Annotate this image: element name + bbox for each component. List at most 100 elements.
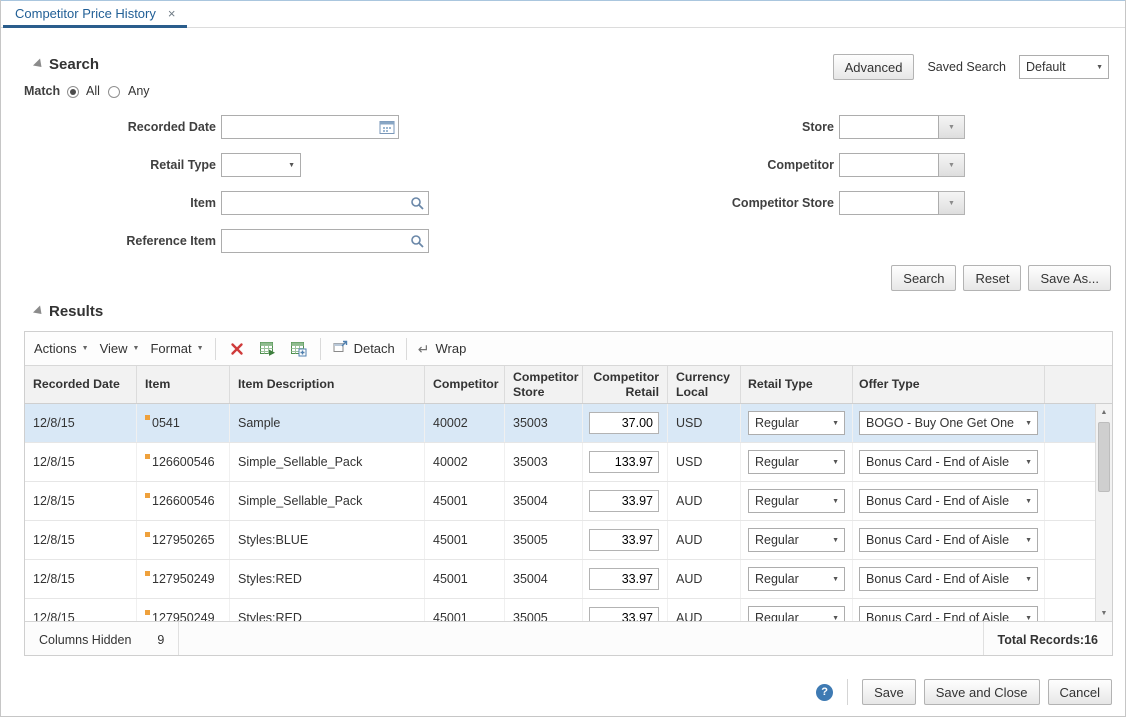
column-header-filler — [1045, 366, 1112, 403]
reference-item-field — [221, 229, 429, 253]
table-row[interactable]: 12/8/15 127950249 Styles:RED 45001 35004… — [25, 560, 1112, 599]
tab-close-icon[interactable]: × — [168, 6, 176, 21]
column-header-competitor-store[interactable]: Competitor Store — [505, 366, 583, 403]
offer-type-select[interactable]: Bonus Card - End of Aisle▼ — [859, 528, 1038, 552]
save-as-button[interactable]: Save As... — [1028, 265, 1111, 291]
chevron-down-icon: ▼ — [832, 459, 839, 466]
table-row[interactable]: 12/8/15 126600546 Simple_Sellable_Pack 4… — [25, 443, 1112, 482]
competitor-retail-input[interactable] — [589, 451, 659, 473]
save-button[interactable]: Save — [862, 679, 916, 705]
competitor-retail-input[interactable] — [589, 568, 659, 590]
retail-type-select[interactable]: Regular▼ — [748, 411, 845, 435]
column-header-offer-type[interactable]: Offer Type — [853, 366, 1045, 403]
search-section-title: Search — [49, 56, 99, 73]
match-label: Match — [24, 84, 60, 98]
actions-menu[interactable]: Actions ▼ — [34, 341, 89, 356]
table-row[interactable]: 12/8/15 126600546 Simple_Sellable_Pack 4… — [25, 482, 1112, 521]
toolbar-separator — [320, 338, 321, 360]
cell-currency-local: AUD — [668, 482, 741, 520]
table-row[interactable]: 12/8/15 127950265 Styles:BLUE 45001 3500… — [25, 521, 1112, 560]
retail-type-select[interactable]: Regular▼ — [748, 450, 845, 474]
column-header-item-description[interactable]: Item Description — [230, 366, 425, 403]
store-dropdown-button[interactable]: ▼ — [939, 115, 965, 139]
chevron-down-icon: ▼ — [832, 615, 839, 622]
retail-type-select[interactable]: Regular▼ — [748, 567, 845, 591]
reference-item-label: Reference Item — [16, 234, 216, 248]
store-input[interactable] — [839, 115, 939, 139]
chevron-down-icon: ▼ — [1025, 576, 1032, 583]
offer-type-select[interactable]: BOGO - Buy One Get One▼ — [859, 411, 1038, 435]
edited-marker-icon — [145, 610, 150, 615]
column-header-competitor[interactable]: Competitor — [425, 366, 505, 403]
offer-type-select[interactable]: Bonus Card - End of Aisle▼ — [859, 606, 1038, 621]
retail-type-select[interactable]: ▼ — [221, 153, 301, 177]
cell-currency-local: USD — [668, 404, 741, 442]
column-header-recorded-date[interactable]: Recorded Date — [25, 366, 137, 403]
competitor-retail-input[interactable] — [589, 607, 659, 621]
search-disclosure-icon[interactable] — [34, 61, 44, 68]
scroll-down-icon[interactable]: ▼ — [1096, 605, 1112, 621]
competitor-store-input[interactable] — [839, 191, 939, 215]
offer-type-select[interactable]: Bonus Card - End of Aisle▼ — [859, 567, 1038, 591]
competitor-retail-input[interactable] — [589, 412, 659, 434]
competitor-store-dropdown-button[interactable]: ▼ — [939, 191, 965, 215]
saved-search-select[interactable]: Default ▼ — [1019, 55, 1109, 79]
column-header-item[interactable]: Item — [137, 366, 230, 403]
competitor-dropdown-button[interactable]: ▼ — [939, 153, 965, 177]
search-button[interactable]: Search — [891, 265, 956, 291]
column-header-competitor-retail[interactable]: Competitor Retail — [583, 366, 668, 403]
store-label: Store — [634, 120, 834, 134]
table-row[interactable]: 12/8/15 0541 Sample 40002 35003 USD Regu… — [25, 404, 1112, 443]
item-label: Item — [16, 196, 216, 210]
vertical-scrollbar[interactable]: ▲ ▼ — [1095, 404, 1112, 621]
cell-recorded-date: 12/8/15 — [25, 560, 137, 598]
table-row[interactable]: 12/8/15 127950249 Styles:RED 45001 35005… — [25, 599, 1112, 621]
cell-item: 127950249 — [137, 599, 230, 621]
reset-button[interactable]: Reset — [963, 265, 1021, 291]
tab-competitor-price-history[interactable]: Competitor Price History × — [3, 2, 187, 28]
results-disclosure-icon[interactable] — [34, 308, 44, 315]
cell-item-description: Styles:RED — [230, 599, 425, 621]
match-all-radio[interactable] — [67, 86, 79, 98]
wrap-button[interactable]: ↵ Wrap — [418, 341, 467, 356]
competitor-input[interactable] — [839, 153, 939, 177]
column-header-retail-type[interactable]: Retail Type — [741, 366, 853, 403]
view-menu[interactable]: View ▼ — [100, 341, 140, 356]
save-and-close-button[interactable]: Save and Close — [924, 679, 1040, 705]
scroll-up-icon[interactable]: ▲ — [1096, 404, 1112, 420]
retail-type-select[interactable]: Regular▼ — [748, 606, 845, 621]
cell-currency-local: AUD — [668, 521, 741, 559]
action-bar-separator — [847, 679, 848, 705]
wrap-icon: ↵ — [418, 342, 430, 356]
chevron-down-icon: ▼ — [82, 345, 89, 352]
scrollbar-thumb[interactable] — [1098, 422, 1110, 492]
columns-hidden-count: 9 — [157, 633, 164, 647]
reference-item-input[interactable] — [221, 229, 429, 253]
chevron-down-icon: ▼ — [1025, 537, 1032, 544]
retail-type-select[interactable]: Regular▼ — [748, 489, 845, 513]
competitor-retail-input[interactable] — [589, 529, 659, 551]
column-header-currency-local[interactable]: Currency Local — [668, 366, 741, 403]
recorded-date-input[interactable] — [221, 115, 399, 139]
export-to-excel-icon[interactable] — [258, 339, 278, 359]
delete-icon[interactable] — [227, 339, 247, 359]
cell-competitor-retail — [583, 482, 668, 520]
search-icon[interactable] — [410, 234, 424, 248]
cancel-button[interactable]: Cancel — [1048, 679, 1112, 705]
chevron-down-icon: ▼ — [197, 345, 204, 352]
retail-type-select[interactable]: Regular▼ — [748, 528, 845, 552]
competitor-retail-input[interactable] — [589, 490, 659, 512]
format-menu[interactable]: Format ▼ — [150, 341, 203, 356]
calendar-icon[interactable] — [379, 119, 395, 135]
match-any-radio[interactable] — [108, 86, 120, 98]
export-all-to-excel-icon[interactable] — [289, 339, 309, 359]
view-menu-label: View — [100, 341, 128, 356]
offer-type-select[interactable]: Bonus Card - End of Aisle▼ — [859, 450, 1038, 474]
offer-type-select[interactable]: Bonus Card - End of Aisle▼ — [859, 489, 1038, 513]
help-icon[interactable]: ? — [816, 684, 833, 701]
search-icon[interactable] — [410, 196, 424, 210]
cell-competitor: 40002 — [425, 404, 505, 442]
detach-button[interactable]: Detach — [332, 339, 395, 358]
advanced-button[interactable]: Advanced — [833, 54, 915, 80]
item-input[interactable] — [221, 191, 429, 215]
